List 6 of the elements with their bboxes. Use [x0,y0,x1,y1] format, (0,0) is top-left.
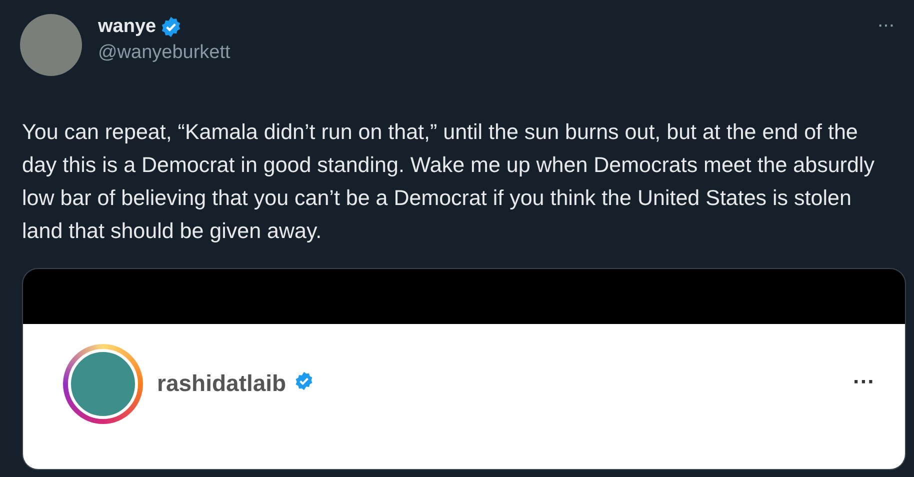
more-icon: ··· [853,368,875,394]
user-handle[interactable]: @wanyeburkett [98,42,862,64]
tweet-text: You can repeat, “Kamala didn’t run on that,” until the sun burns out, but at the end of the day this is a Democrat in good standing. Wake me up when Democrats meet the absurdly low bar of believing that you can’t be a Democrat if you think the United States is stolen land that should be given away. [22,119,876,245]
display-name[interactable]: wanye [98,16,156,38]
more-button[interactable]: ··· [877,14,894,37]
username: rashidatlaib [157,370,286,397]
